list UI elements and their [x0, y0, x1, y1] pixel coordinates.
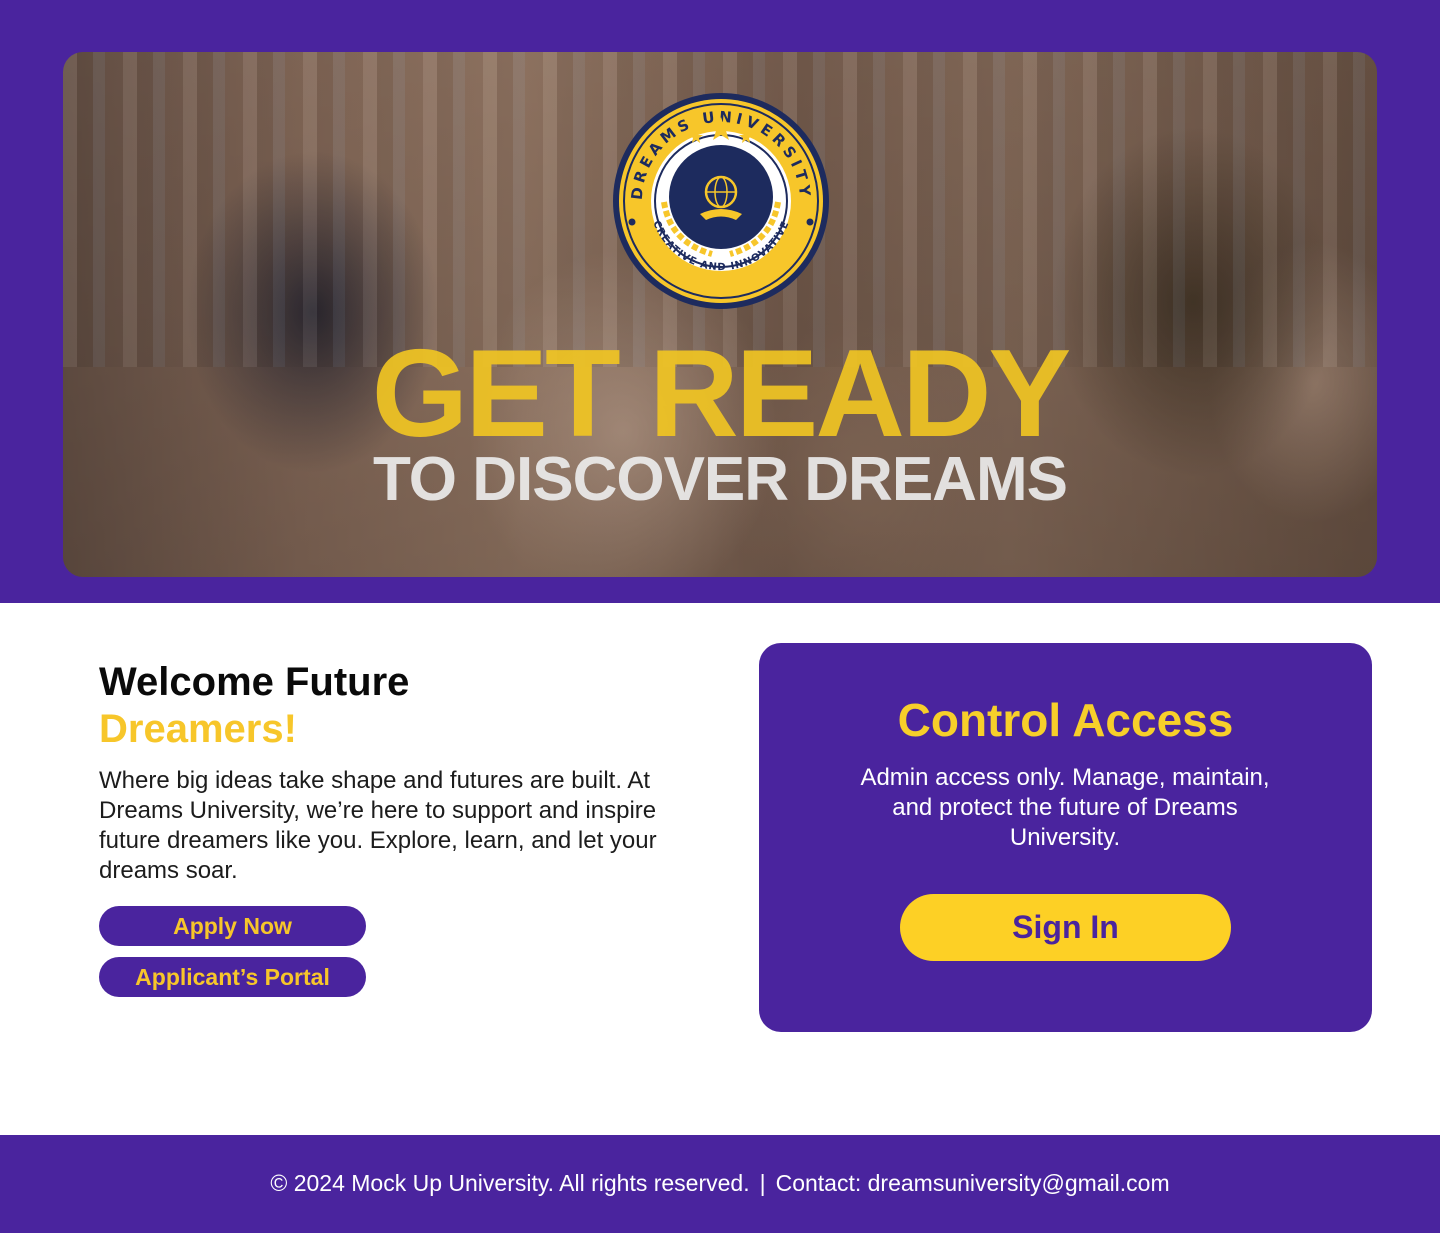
control-access-title: Control Access — [897, 694, 1234, 746]
sign-in-button[interactable]: Sign In — [900, 894, 1231, 961]
welcome-section: Welcome Future Dreamers! Where big ideas… — [99, 660, 719, 886]
footer: © 2024 Mock Up University. All rights re… — [0, 1135, 1440, 1233]
university-seal-logo: DREAMS UNIVERSITY CREATIVE AND INNOVATIV… — [613, 93, 829, 309]
control-access-card: Control Access Admin access only. Manage… — [759, 643, 1372, 1032]
footer-copyright: © 2024 Mock Up University. All rights re… — [270, 1170, 750, 1196]
footer-text: © 2024 Mock Up University. All rights re… — [0, 1167, 1440, 1199]
footer-contact: Contact: dreamsuniversity@gmail.com — [775, 1170, 1170, 1196]
applicant-portal-button[interactable]: Applicant’s Portal — [99, 957, 366, 997]
footer-separator: | — [759, 1170, 766, 1196]
hero-subtitle: TO DISCOVER DREAMS — [373, 445, 1068, 514]
apply-now-button[interactable]: Apply Now — [99, 906, 366, 946]
welcome-heading-highlight: Dreamers! — [99, 707, 297, 751]
control-access-description: Admin access only. Manage, maintain, and… — [860, 764, 1270, 851]
welcome-heading: Welcome Future — [99, 660, 410, 704]
hero-title: GET READY — [371, 325, 1071, 463]
hero-banner: DREAMS UNIVERSITY CREATIVE AND INNOVATIV… — [63, 52, 1377, 577]
welcome-description: Where big ideas take shape and futures a… — [99, 767, 657, 884]
